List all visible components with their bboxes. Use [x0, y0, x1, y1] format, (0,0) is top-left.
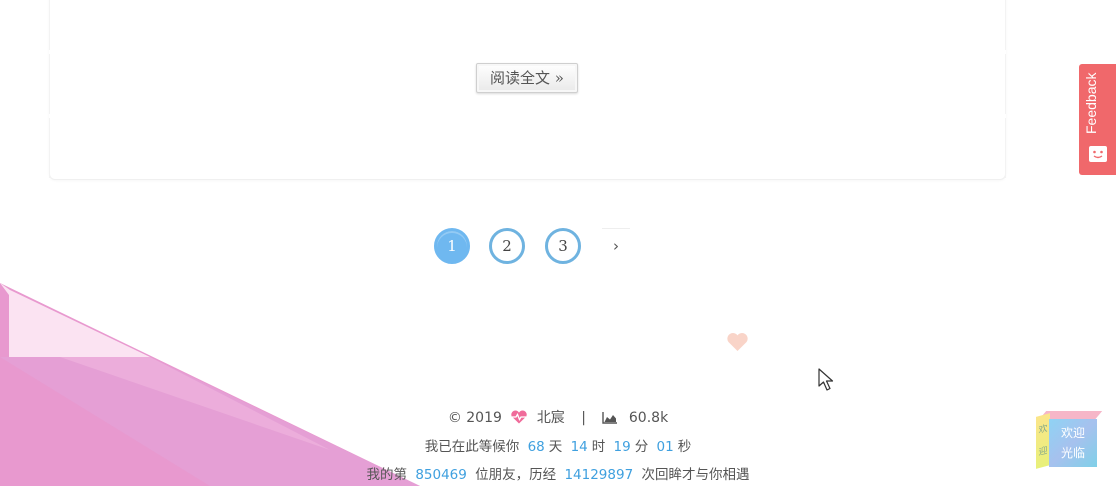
- heart-pulse-icon: [511, 410, 528, 424]
- card-edge-right: [1005, 0, 1006, 179]
- footer-visitor-line: 我的第 850469 位朋友，历经 14129897 次回眸才与你相遇: [0, 463, 1116, 483]
- cube-side-face: 欢迎: [1036, 413, 1050, 469]
- uptime-minutes-unit: 分: [634, 439, 649, 455]
- uptime-seconds: 01: [656, 439, 674, 455]
- page: 阅读全文 » 1 2 3 › Feedback © 2019 北宸 | 60.8…: [0, 0, 1116, 486]
- uptime-days: 68: [527, 439, 545, 455]
- area-chart-icon: [602, 412, 618, 424]
- feedback-label: Feedback: [1083, 72, 1099, 134]
- word-count: 60.8k: [628, 410, 669, 426]
- cube-line-1: 欢迎: [1060, 426, 1085, 440]
- feedback-tab[interactable]: Feedback: [1079, 64, 1116, 175]
- page-1-button[interactable]: 1: [434, 228, 470, 264]
- card-edge-left: [49, 0, 50, 179]
- floating-heart-icon: [727, 333, 748, 352]
- uptime-prefix: 我已在此等候你: [424, 439, 520, 455]
- visitor-count: 850469: [415, 467, 467, 483]
- uptime-hours-unit: 时: [591, 439, 606, 455]
- uptime-seconds-unit: 秒: [677, 439, 692, 455]
- read-more-button[interactable]: 阅读全文 »: [476, 63, 578, 93]
- next-page-button[interactable]: ›: [602, 228, 630, 265]
- page-2-button[interactable]: 2: [489, 228, 525, 264]
- visitor-suffix: 次回眸才与你相遇: [641, 467, 750, 483]
- copyright-text: © 2019: [447, 410, 502, 426]
- page-view-count: 14129897: [564, 467, 634, 483]
- page-3-button[interactable]: 3: [545, 228, 581, 264]
- footer-copyright-line: © 2019 北宸 | 60.8k: [0, 407, 1116, 427]
- footer-uptime-line: 我已在此等候你 68 天 14 时 19 分 01 秒: [0, 435, 1116, 455]
- cube-front-face: 欢迎 光临: [1049, 419, 1097, 467]
- author-name[interactable]: 北宸: [537, 410, 565, 426]
- mouse-cursor-icon: [818, 368, 834, 391]
- cube-line-2: 光临: [1060, 446, 1085, 460]
- visitor-prefix: 我的第: [366, 467, 408, 483]
- welcome-cube[interactable]: 欢迎 欢迎 光临: [1034, 411, 1103, 469]
- uptime-minutes: 19: [613, 439, 631, 455]
- uptime-days-unit: 天: [548, 439, 563, 455]
- visitor-mid: 位朋友，历经: [475, 467, 557, 483]
- footer-divider: |: [581, 410, 586, 426]
- feedback-face-icon: [1089, 146, 1107, 162]
- uptime-hours: 14: [570, 439, 588, 455]
